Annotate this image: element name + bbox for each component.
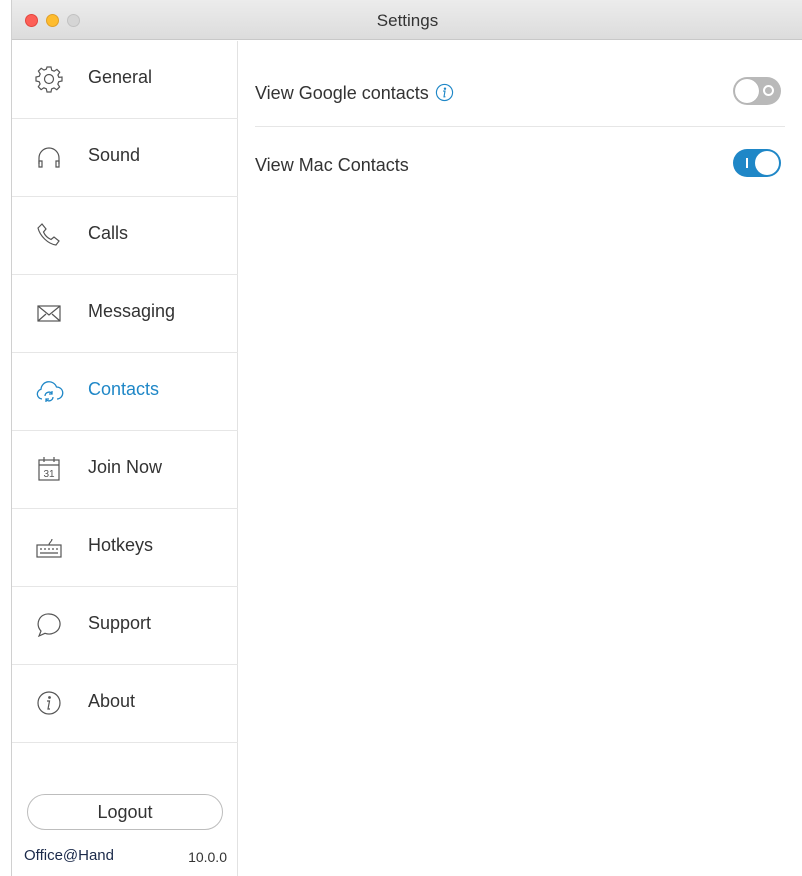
sidebar-item-label: Contacts xyxy=(88,379,160,399)
sidebar-item-sound[interactable]: Sound xyxy=(12,119,238,197)
headphones-icon xyxy=(34,142,64,172)
phone-icon xyxy=(34,220,64,250)
mac-contacts-toggle[interactable] xyxy=(733,149,781,177)
contacts-settings-panel: View Google contacts View Mac Contacts xyxy=(239,41,802,876)
settings-sidebar: General Sound Calls Messaging Contacts 3… xyxy=(12,41,238,876)
sidebar-item-label: Messaging xyxy=(88,301,176,321)
sidebar-item-label: General xyxy=(88,67,153,87)
sidebar-item-calls[interactable]: Calls xyxy=(12,197,238,275)
toggle-on-mark xyxy=(746,158,748,168)
logout-button[interactable]: Logout xyxy=(27,794,223,830)
window-title: Settings xyxy=(376,11,439,30)
google-contacts-toggle[interactable] xyxy=(733,77,781,105)
sidebar-item-general[interactable]: General xyxy=(12,41,238,119)
info-icon[interactable] xyxy=(435,83,454,102)
brand-name: Office@Hand xyxy=(24,847,114,864)
speech-bubble-icon xyxy=(34,610,64,640)
sidebar-item-label: Support xyxy=(88,613,152,633)
settings-window: Settings General Sound Calls Messaging C… xyxy=(11,0,802,876)
sidebar-item-label: Hotkeys xyxy=(88,535,154,555)
sidebar-item-contacts[interactable]: Contacts xyxy=(12,353,238,431)
toggle-knob xyxy=(755,151,779,175)
google-contacts-label-wrap: View Google contacts xyxy=(255,83,454,104)
toggle-knob xyxy=(735,79,759,103)
contacts-cloud-icon xyxy=(34,376,64,406)
sidebar-item-join-now[interactable]: 31 Join Now xyxy=(12,431,238,509)
google-contacts-label: View Google contacts xyxy=(255,83,429,103)
calendar-icon: 31 xyxy=(34,454,64,484)
mac-contacts-row: View Mac Contacts xyxy=(255,127,785,207)
sidebar-item-about[interactable]: About xyxy=(12,665,238,743)
sidebar-item-label: Calls xyxy=(88,223,129,243)
sidebar-item-label: Sound xyxy=(88,145,141,165)
sidebar-item-label: Join Now xyxy=(88,457,163,477)
gear-icon xyxy=(34,64,64,94)
sidebar-item-label: About xyxy=(88,691,136,711)
info-icon xyxy=(34,688,64,718)
app-version: 10.0.0 xyxy=(188,849,227,865)
title-bar: Settings xyxy=(12,0,802,40)
mac-contacts-label: View Mac Contacts xyxy=(255,155,409,175)
toggle-off-mark xyxy=(763,85,774,96)
google-contacts-row: View Google contacts xyxy=(255,41,785,127)
envelope-icon xyxy=(34,298,64,328)
keyboard-icon xyxy=(34,532,64,562)
svg-text:31: 31 xyxy=(43,469,55,480)
sidebar-item-messaging[interactable]: Messaging xyxy=(12,275,238,353)
sidebar-item-hotkeys[interactable]: Hotkeys xyxy=(12,509,238,587)
sidebar-item-support[interactable]: Support xyxy=(12,587,238,665)
